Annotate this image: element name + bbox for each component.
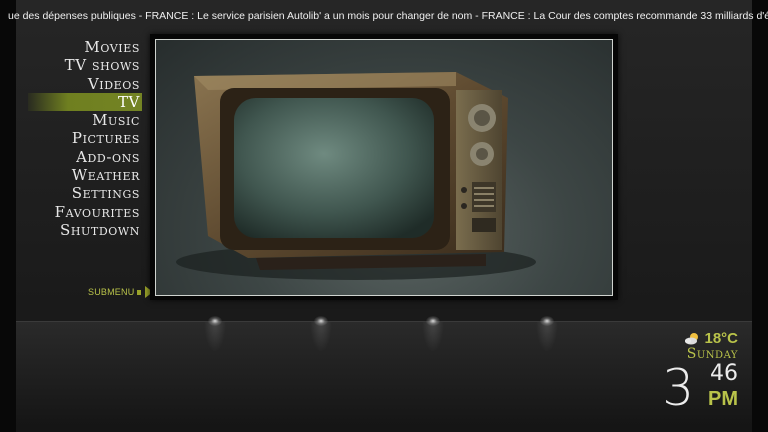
arrow-right-icon-stem [137, 289, 142, 295]
spotlight-beam [204, 322, 226, 352]
temperature: 18°C [704, 330, 738, 347]
clock-hour: 3 [662, 359, 694, 417]
menu-item-pictures[interactable]: Pictures [28, 129, 142, 147]
menu-item-tv-shows[interactable]: TV shows [28, 56, 142, 74]
menu-item-videos[interactable]: Videos [28, 75, 142, 93]
clock-ampm: PM [708, 388, 738, 410]
spotlight-beam [422, 322, 444, 352]
menu-item-add-ons[interactable]: Add-ons [28, 148, 142, 166]
spotlight-beam [536, 322, 558, 352]
menu-item-tv[interactable]: TV [28, 92, 142, 112]
retro-tv-image [176, 72, 536, 280]
rss-ticker-text: ue des dépenses publiques - FRANCE : Le … [8, 10, 768, 22]
menu-item-shutdown[interactable]: Shutdown [28, 221, 142, 239]
partly-cloudy-icon [685, 332, 699, 344]
menu-item-music[interactable]: Music [28, 111, 142, 129]
menu-item-settings[interactable]: Settings [28, 184, 142, 202]
preview-frame [150, 34, 618, 300]
menu-item-weather[interactable]: Weather [28, 166, 142, 184]
floor-reflection [16, 322, 752, 422]
spotlight-beam [310, 322, 332, 352]
menu-item-movies[interactable]: Movies [28, 38, 142, 56]
right-border [752, 0, 768, 432]
weather-widget: 18°C [684, 330, 738, 347]
rss-ticker: ue des dépenses publiques - FRANCE : Le … [0, 6, 768, 26]
menu-item-favourites[interactable]: Favourites [28, 203, 142, 221]
submenu-label: SUBMENU [88, 287, 135, 297]
submenu-button[interactable]: SUBMENU [88, 284, 154, 300]
main-menu: Movies TV shows Videos TV Music Pictures… [28, 38, 142, 239]
preview-image [155, 39, 613, 296]
clock-minute: 46 [710, 361, 738, 386]
left-border [0, 0, 16, 432]
clock: 3 46 PM [658, 360, 738, 416]
